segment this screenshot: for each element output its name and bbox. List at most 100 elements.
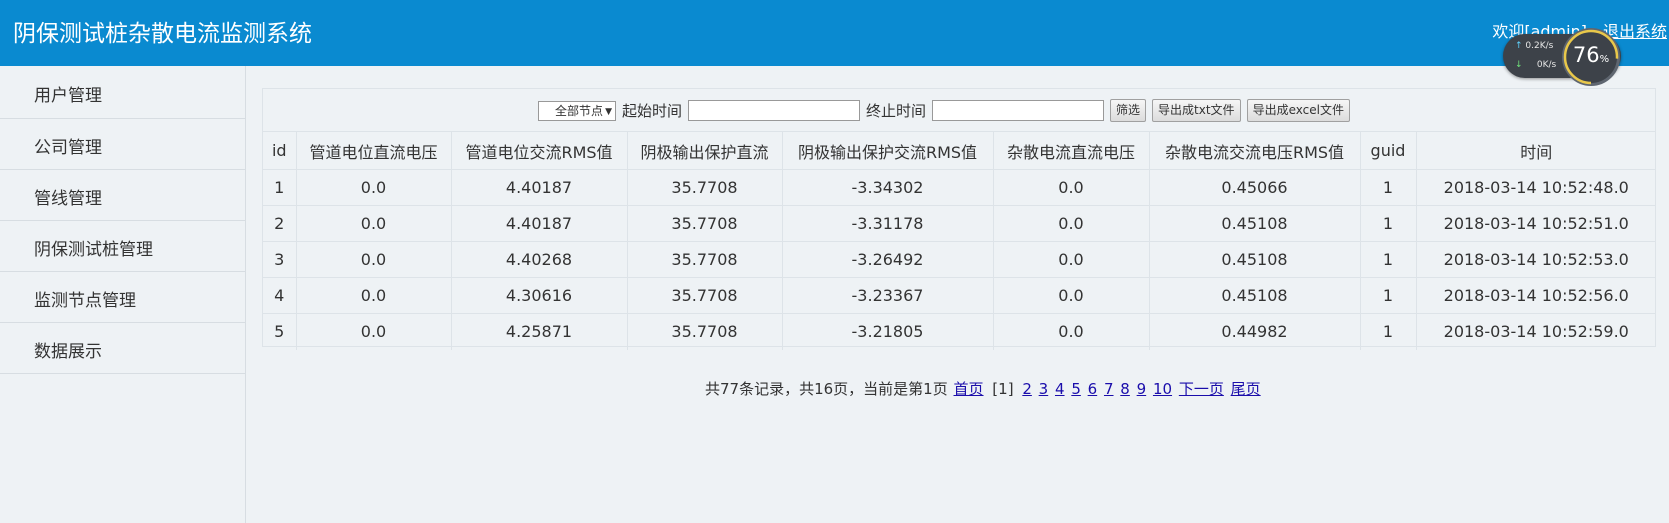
table-cell: 2018-03-14 10:52:48.0: [1416, 169, 1656, 206]
table-header-row: id 管道电位直流电压 管道电位交流RMS值 阴极输出保护直流 阴极输出保护交流…: [263, 131, 1656, 170]
node-select[interactable]: 全部节点: [538, 100, 616, 121]
column-header: 杂散电流交流电压RMS值: [1149, 131, 1361, 170]
page-link[interactable]: 10: [1153, 380, 1172, 398]
table-cell: 2018-03-14 10:52:59.0: [1416, 313, 1656, 350]
table-cell: 0.0: [993, 169, 1150, 206]
table-cell: 35.7708: [627, 313, 783, 350]
table-cell: 0.45108: [1149, 277, 1361, 314]
sidebar-item-company-management[interactable]: 公司管理: [0, 119, 245, 170]
table-cell: 4.40268: [451, 241, 628, 278]
pagination: 共77条记录，共16页，当前是第1页 首页 [1] 2 3 4 5 6 7 8 …: [705, 378, 1262, 399]
table-cell: 5: [263, 313, 297, 350]
download-unit: K/s: [1542, 60, 1557, 70]
download-speed: ↓ 0K/s: [1515, 60, 1556, 70]
page-link[interactable]: 5: [1071, 380, 1081, 398]
table-cell: 4.25871: [451, 313, 628, 350]
table-cell: 35.7708: [627, 205, 783, 242]
column-header: 时间: [1416, 131, 1656, 170]
page-link[interactable]: 6: [1088, 380, 1098, 398]
table-cell: 4.40187: [451, 169, 628, 206]
table-cell: 0.45108: [1149, 205, 1361, 242]
gauge-value: 76%: [1565, 43, 1617, 67]
table-cell: 0.44982: [1149, 313, 1361, 350]
memory-gauge[interactable]: 76%: [1562, 28, 1620, 86]
table-cell: 0.0: [296, 277, 452, 314]
table-row: 3 0.0 4.40268 35.7708 -3.26492 0.0 0.451…: [263, 241, 1656, 278]
table-cell: 4.40187: [451, 205, 628, 242]
table-cell: 0.0: [296, 205, 452, 242]
app-title: 阴保测试桩杂散电流监测系统: [13, 21, 312, 47]
table-cell: 2018-03-14 10:52:56.0: [1416, 277, 1656, 314]
table-cell: 1: [1360, 277, 1417, 314]
sidebar-item-node-management[interactable]: 监测节点管理: [0, 272, 245, 323]
data-table: id 管道电位直流电压 管道电位交流RMS值 阴极输出保护直流 阴极输出保护交流…: [263, 131, 1656, 350]
end-time-input[interactable]: [932, 100, 1105, 121]
upload-arrow-icon: ↑: [1515, 41, 1523, 51]
top-header: 阴保测试桩杂散电流监测系统 欢迎[admin]，退出系统: [0, 0, 1669, 66]
first-page-link[interactable]: 首页: [954, 380, 984, 398]
table-row: 1 0.0 4.40187 35.7708 -3.34302 0.0 0.450…: [263, 169, 1656, 206]
table-cell: 0.0: [296, 241, 452, 278]
start-time-input[interactable]: [688, 100, 861, 121]
table-row: 2 0.0 4.40187 35.7708 -3.31178 0.0 0.451…: [263, 205, 1656, 242]
page-link[interactable]: 2: [1022, 380, 1032, 398]
page-link[interactable]: 7: [1104, 380, 1114, 398]
table-cell: 0.0: [993, 277, 1150, 314]
table-cell: -3.21805: [782, 313, 994, 350]
next-page-link[interactable]: 下一页: [1179, 380, 1224, 398]
table-cell: 35.7708: [627, 241, 783, 278]
table-cell: 4: [263, 277, 297, 314]
table-cell: 0.45108: [1149, 241, 1361, 278]
export-excel-button[interactable]: 导出成excel文件: [1246, 99, 1350, 122]
column-header: 杂散电流直流电压: [993, 131, 1150, 170]
column-header: guid: [1360, 131, 1417, 170]
sidebar: 用户管理 公司管理 管线管理 阴保测试桩管理 监测节点管理 数据展示: [0, 66, 246, 523]
table-row: 4 0.0 4.30616 35.7708 -3.23367 0.0 0.451…: [263, 277, 1656, 314]
sidebar-item-data-display[interactable]: 数据展示: [0, 323, 245, 374]
start-time-label: 起始时间: [622, 102, 683, 120]
table-cell: 3: [263, 241, 297, 278]
pagination-summary: 共77条记录，共16页，当前是第1页: [705, 380, 948, 398]
gauge-percent-unit: %: [1599, 54, 1610, 65]
page-link[interactable]: 3: [1039, 380, 1049, 398]
table-cell: 2018-03-14 10:52:53.0: [1416, 241, 1656, 278]
column-header: 阴极输出保护交流RMS值: [782, 131, 994, 170]
table-cell: 0.45066: [1149, 169, 1361, 206]
page-link[interactable]: 8: [1120, 380, 1130, 398]
column-header: 管道电位交流RMS值: [451, 131, 628, 170]
table-cell: 35.7708: [627, 277, 783, 314]
table-cell: 35.7708: [627, 169, 783, 206]
filter-bar: 全部节点 起始时间 终止时间 筛选 导出成txt文件 导出成excel文件: [263, 89, 1655, 131]
table-cell: -3.31178: [782, 205, 994, 242]
upload-value: 0.2: [1525, 41, 1540, 51]
table-cell: 4.30616: [451, 277, 628, 314]
table-cell: -3.23367: [782, 277, 994, 314]
filter-button[interactable]: 筛选: [1110, 99, 1147, 122]
table-cell: 0.0: [993, 241, 1150, 278]
page-link[interactable]: 4: [1055, 380, 1065, 398]
table-cell: 1: [263, 169, 297, 206]
upload-speed: ↑ 0.2K/s: [1515, 41, 1553, 51]
table-cell: 2: [263, 205, 297, 242]
export-txt-button[interactable]: 导出成txt文件: [1152, 99, 1241, 122]
table-cell: 0.0: [296, 313, 452, 350]
table-cell: 1: [1360, 241, 1417, 278]
table-cell: -3.26492: [782, 241, 994, 278]
sidebar-item-pipeline-management[interactable]: 管线管理: [0, 170, 245, 221]
column-header: 管道电位直流电压: [296, 131, 452, 170]
data-panel: 全部节点 起始时间 终止时间 筛选 导出成txt文件 导出成excel文件 id…: [262, 88, 1656, 350]
table-cell: 0.0: [993, 313, 1150, 350]
table-cell: -3.34302: [782, 169, 994, 206]
page-link[interactable]: 9: [1137, 380, 1147, 398]
table-cell: 0.0: [993, 205, 1150, 242]
gauge-percent: 76: [1572, 43, 1600, 67]
table-cell: 1: [1360, 313, 1417, 350]
sidebar-item-user-management[interactable]: 用户管理: [0, 66, 245, 119]
table-cell: 1: [1360, 205, 1417, 242]
last-page-link[interactable]: 尾页: [1231, 380, 1261, 398]
current-page: [1]: [992, 380, 1014, 398]
table-cell: 1: [1360, 169, 1417, 206]
upload-unit: K/s: [1539, 41, 1554, 51]
sidebar-item-test-pile-management[interactable]: 阴保测试桩管理: [0, 221, 245, 272]
download-arrow-icon: ↓: [1515, 60, 1523, 70]
